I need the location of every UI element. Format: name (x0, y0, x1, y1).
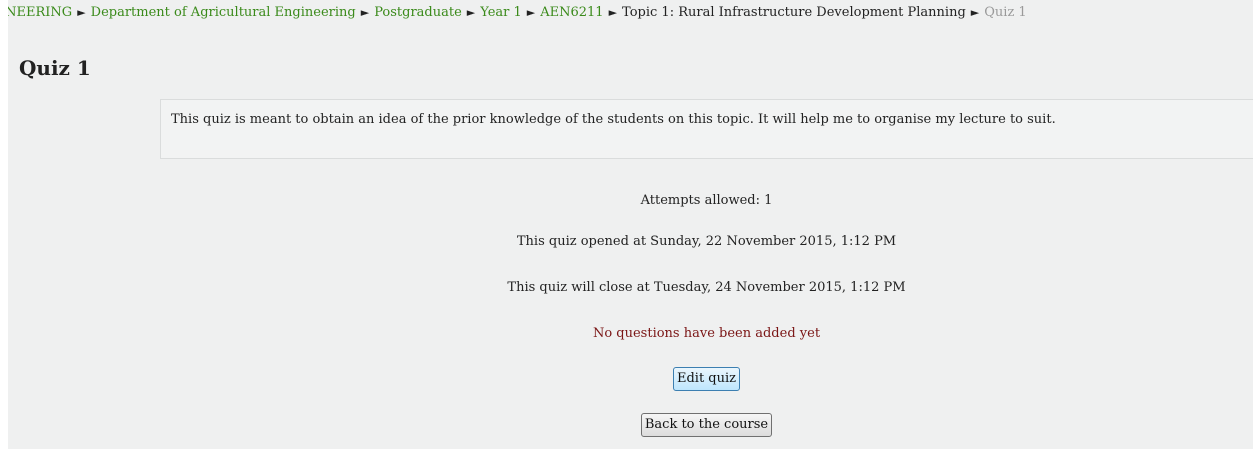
breadcrumb-separator-icon: ► (608, 6, 618, 19)
attempts-allowed-text: Attempts allowed: 1 (640, 193, 773, 208)
quiz-close-text: This quiz will close at Tuesday, 24 Nove… (507, 280, 906, 295)
page-title: Quiz 1 (19, 56, 91, 80)
breadcrumb-separator-icon: ► (970, 6, 980, 19)
breadcrumb-item-topic: Topic 1: Rural Infrastructure Developmen… (622, 5, 966, 20)
quiz-opened-text: This quiz opened at Sunday, 22 November … (516, 234, 897, 249)
page-content: INEERING ► Department of Agricultural Engi… (8, 0, 1253, 449)
back-to-course-form: Back to the course (160, 413, 1253, 437)
breadcrumb: INEERING ► Department of Agricultural Engi… (8, 3, 1253, 23)
breadcrumb-item-course[interactable]: AEN6211 (540, 5, 603, 20)
breadcrumb-trail: INEERING ► Department of Agricultural Engi… (8, 3, 1027, 23)
breadcrumb-separator-icon: ► (77, 6, 86, 19)
back-to-course-button[interactable]: Back to the course (640, 413, 773, 437)
edit-quiz-form: Edit quiz (160, 367, 1253, 391)
edit-quiz-button[interactable]: Edit quiz (672, 367, 741, 391)
breadcrumb-separator-icon: ► (526, 6, 536, 19)
quiz-intro-box: This quiz is meant to obtain an idea of … (160, 99, 1253, 159)
breadcrumb-item-current: Quiz 1 (984, 5, 1027, 20)
breadcrumb-item-year[interactable]: Year 1 (480, 5, 522, 20)
breadcrumb-separator-icon: ► (466, 6, 476, 19)
breadcrumb-item-faculty[interactable]: INEERING (8, 5, 72, 20)
quiz-intro-text: This quiz is meant to obtain an idea of … (171, 112, 1056, 127)
breadcrumb-item-postgraduate[interactable]: Postgraduate (374, 5, 462, 20)
breadcrumb-separator-icon: ► (360, 6, 370, 19)
no-questions-warning: No questions have been added yet (592, 326, 821, 341)
breadcrumb-item-department[interactable]: Department of Agricultural Engineering (91, 5, 356, 20)
